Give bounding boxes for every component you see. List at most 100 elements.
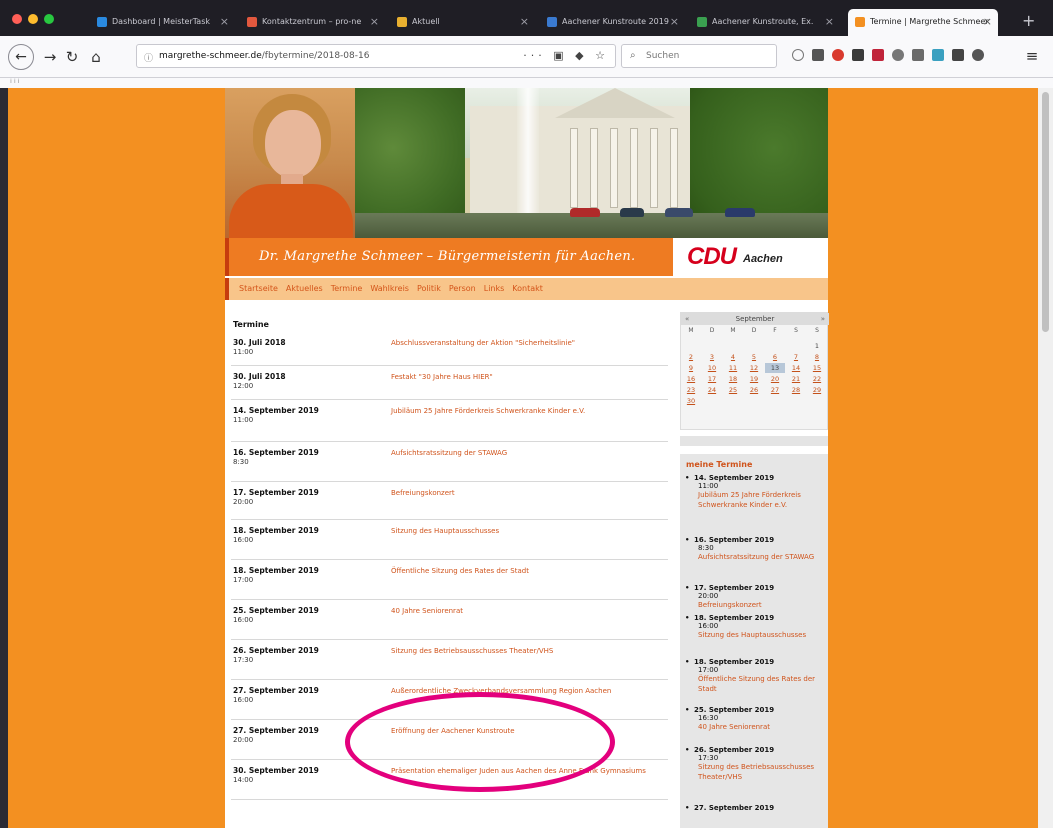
calendar-day[interactable]: 23 (681, 385, 701, 395)
calendar-day[interactable]: 20 (765, 374, 785, 384)
event-title-link[interactable]: 40 Jahre Seniorenrat (391, 606, 656, 617)
calendar-day[interactable]: 12 (744, 363, 764, 373)
tab-close-icon[interactable]: × (370, 15, 379, 28)
my-event-title-link[interactable]: Aufsichtsratssitzung der STAWAG (690, 552, 825, 562)
search-bar[interactable]: ⌕ Suchen (621, 44, 777, 68)
calendar-day[interactable]: 30 (681, 396, 701, 406)
cdu-logo[interactable]: CDU Aachen (673, 238, 828, 276)
browser-tab[interactable]: Kontaktzentrum – pro-ne × (240, 9, 385, 36)
calendar-day[interactable]: 9 (681, 363, 701, 373)
calendar-day[interactable]: 5 (744, 352, 764, 362)
event-title-link[interactable]: Abschlussveranstaltung der Aktion "Siche… (391, 338, 656, 349)
extension-round-icon[interactable] (972, 49, 984, 61)
calendar-next-button[interactable]: » (821, 313, 825, 325)
back-button[interactable]: ← (8, 44, 34, 70)
calendar-day[interactable]: 15 (807, 363, 827, 373)
my-event-title-link[interactable]: Jubiläum 25 Jahre Förderkreis Schwerkran… (690, 490, 825, 510)
close-window-button[interactable] (12, 14, 22, 24)
browser-tab[interactable]: Termine | Margrethe Schmeer × (848, 9, 998, 36)
calendar-day[interactable]: 2 (681, 352, 701, 362)
calendar-day[interactable]: 25 (723, 385, 743, 395)
extension-screenshot-icon[interactable] (912, 49, 924, 61)
calendar-day[interactable]: 14 (786, 363, 806, 373)
scrollbar-thumb[interactable] (1042, 92, 1049, 332)
event-title-link[interactable]: Sitzung des Betriebsausschusses Theater/… (391, 646, 656, 657)
bookmarks-bar: ⁞ ⁞ ⁞ (0, 78, 1053, 88)
my-event-title-link[interactable]: Befreiungskonzert (690, 600, 825, 610)
browser-tab[interactable]: Aktuell × (390, 9, 535, 36)
calendar-day[interactable]: 24 (702, 385, 722, 395)
site-info-icon[interactable]: ⓘ (144, 51, 153, 64)
calendar-day[interactable]: 10 (702, 363, 722, 373)
event-title-link[interactable]: Festakt "30 Jahre Haus HIER" (391, 372, 656, 383)
page-actions-icon[interactable]: ··· ▣ ◆ ☆ (523, 49, 609, 62)
nav-item[interactable]: Aktuelles (286, 284, 323, 293)
event-title-link[interactable]: Aufsichtsratssitzung der STAWAG (391, 448, 656, 459)
event-title-link[interactable]: Befreiungskonzert (391, 488, 656, 499)
reload-button[interactable]: ↻ (62, 47, 82, 67)
calendar-weekday: D (751, 327, 757, 334)
calendar-day[interactable]: 19 (744, 374, 764, 384)
tab-label: Aachener Kunstroute, Ex. (712, 17, 814, 26)
calendar-day[interactable]: 3 (702, 352, 722, 362)
sidebar-icon[interactable] (852, 49, 864, 61)
event-title-link[interactable]: Präsentation ehemaliger Juden aus Aachen… (391, 766, 656, 777)
tab-close-icon[interactable]: × (670, 15, 679, 28)
downloads-icon[interactable] (792, 49, 804, 61)
extension-blue-icon[interactable] (932, 49, 944, 61)
url-bar[interactable]: ⓘ margrethe-schmeer.de/fbytermine/2018-0… (136, 44, 616, 68)
tab-close-icon[interactable]: × (520, 15, 529, 28)
calendar-day[interactable]: 22 (807, 374, 827, 384)
nav-item[interactable]: Wahlkreis (370, 284, 409, 293)
browser-tab[interactable]: Aachener Kunstroute, Ex. × (690, 9, 840, 36)
event-title-link[interactable]: Jubiläum 25 Jahre Förderkreis Schwerkran… (391, 406, 656, 417)
event-title-link[interactable]: Außerordentliche Zweckverbandsversammlun… (391, 686, 656, 697)
my-event-title-link[interactable]: Öffentliche Sitzung des Rates der Stadt (690, 674, 825, 694)
nav-item[interactable]: Politik (417, 284, 441, 293)
calendar-day[interactable]: 27 (765, 385, 785, 395)
extension-dark-icon[interactable] (952, 49, 964, 61)
calendar-day[interactable]: 21 (786, 374, 806, 384)
menu-icon[interactable]: ≡ (1022, 46, 1042, 66)
new-tab-button[interactable]: + (1022, 11, 1035, 30)
calendar-day[interactable]: 4 (723, 352, 743, 362)
tab-close-icon[interactable]: × (220, 15, 229, 28)
calendar-day[interactable]: 18 (723, 374, 743, 384)
extension-gray-icon[interactable] (892, 49, 904, 61)
calendar-day[interactable]: 29 (807, 385, 827, 395)
zoom-window-button[interactable] (44, 14, 54, 24)
calendar-prev-button[interactable]: « (685, 313, 689, 325)
extension-pocket-icon[interactable] (872, 49, 884, 61)
library-icon[interactable] (812, 49, 824, 61)
calendar-day[interactable]: 7 (786, 352, 806, 362)
calendar-day[interactable]: 17 (702, 374, 722, 384)
minimize-window-button[interactable] (28, 14, 38, 24)
my-event-title-link[interactable]: Sitzung des Hauptausschusses (690, 630, 825, 640)
nav-item[interactable]: Links (484, 284, 505, 293)
calendar-day[interactable]: 28 (786, 385, 806, 395)
nav-item[interactable]: Kontakt (512, 284, 543, 293)
tab-close-icon[interactable]: × (825, 15, 834, 28)
event-title-link[interactable]: Eröffnung der Aachener Kunstroute (391, 726, 656, 737)
nav-item[interactable]: Person (449, 284, 476, 293)
calendar-day[interactable]: 11 (723, 363, 743, 373)
forward-button[interactable]: → (40, 47, 60, 67)
calendar-day[interactable]: 26 (744, 385, 764, 395)
nav-item[interactable]: Startseite (239, 284, 278, 293)
browser-tab[interactable]: Aachener Kunstroute 2019 × (540, 9, 685, 36)
page-scrollbar[interactable] (1038, 88, 1053, 828)
nav-item[interactable]: Termine (331, 284, 363, 293)
extension-red-icon[interactable] (832, 49, 844, 61)
tab-close-icon[interactable]: × (983, 15, 992, 28)
home-button[interactable]: ⌂ (86, 47, 106, 67)
calendar-day[interactable]: 16 (681, 374, 701, 384)
calendar-day[interactable]: 8 (807, 352, 827, 362)
calendar-weekday: F (773, 327, 777, 334)
browser-tab[interactable]: Dashboard | MeisterTask × (90, 9, 235, 36)
my-event-title-link[interactable]: 40 Jahre Seniorenrat (690, 722, 825, 732)
my-event-title-link[interactable]: Sitzung des Betriebsausschusses Theater/… (690, 762, 825, 782)
event-title-link[interactable]: Öffentliche Sitzung des Rates der Stadt (391, 566, 656, 577)
my-event-date: 18. September 2019 (685, 614, 825, 622)
calendar-day[interactable]: 6 (765, 352, 785, 362)
event-title-link[interactable]: Sitzung des Hauptausschusses (391, 526, 656, 537)
